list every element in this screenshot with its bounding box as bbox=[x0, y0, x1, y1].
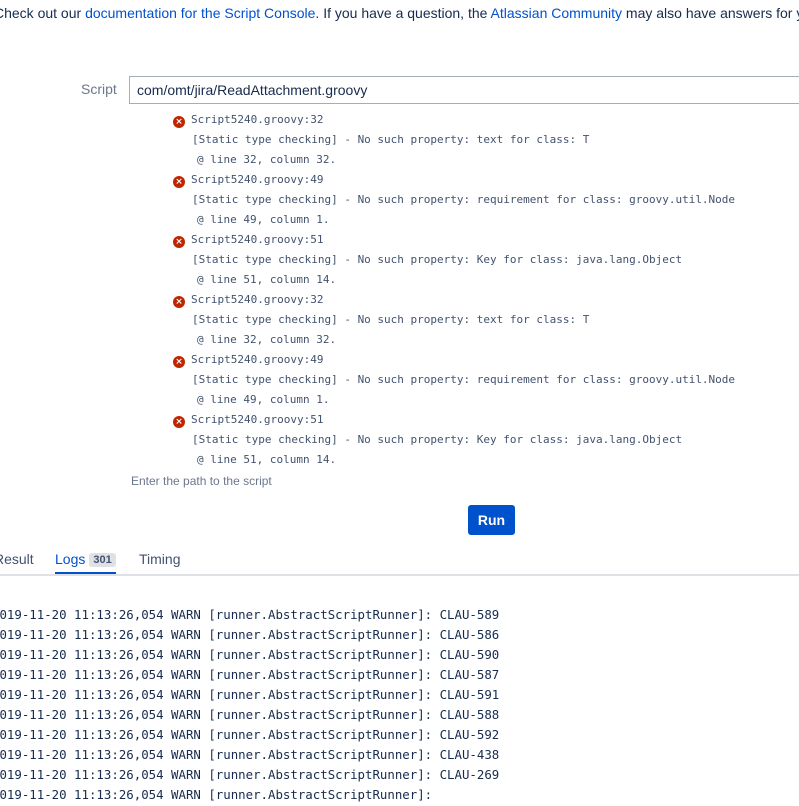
error-item: × Script5240.groovy:32 [Static type check… bbox=[173, 290, 799, 350]
tab-timing[interactable]: Timing bbox=[139, 551, 181, 567]
error-list: × Script5240.groovy:32 [Static type check… bbox=[173, 110, 799, 470]
tab-logs[interactable]: Logs 301 bbox=[55, 551, 116, 574]
log-line: 2019-11-20 11:13:26,054 WARN [runner.Abs… bbox=[0, 667, 500, 682]
error-circle-icon: × bbox=[173, 116, 185, 128]
error-item: × Script5240.groovy:49 [Static type check… bbox=[173, 170, 799, 230]
log-line: 2019-11-20 11:13:26,054 WARN [runner.Abs… bbox=[0, 747, 500, 762]
script-label: Script bbox=[81, 81, 117, 97]
tab-logs-label: Logs bbox=[55, 551, 86, 567]
log-line: 2019-11-20 11:13:26,054 WARN [runner.Abs… bbox=[0, 627, 500, 642]
error-item: × Script5240.groovy:51 [Static type check… bbox=[173, 410, 799, 470]
log-line: 2019-11-20 11:13:26,054 WARN [runner.Abs… bbox=[0, 647, 500, 662]
error-circle-icon: × bbox=[173, 356, 185, 368]
log-line: 2019-11-20 11:13:26,054 WARN [runner.Abs… bbox=[0, 767, 500, 782]
log-line: 2019-11-20 11:13:26,054 WARN [runner.Abs… bbox=[0, 607, 500, 622]
tab-result[interactable]: Result bbox=[0, 551, 34, 567]
error-circle-icon: × bbox=[173, 176, 185, 188]
documentation-link[interactable]: documentation for the Script Console bbox=[85, 5, 315, 21]
output-tabs: Result Logs301 Timing bbox=[0, 548, 799, 576]
log-line: 2019-11-20 11:13:26,054 WARN [runner.Abs… bbox=[0, 727, 500, 742]
atlassian-community-link[interactable]: Atlassian Community bbox=[491, 5, 623, 21]
error-item: × Script5240.groovy:32 [Static type check… bbox=[173, 110, 799, 170]
run-button[interactable]: Run bbox=[468, 505, 515, 535]
log-line: 2019-11-20 11:13:26,054 WARN [runner.Abs… bbox=[0, 707, 500, 722]
error-circle-icon: × bbox=[173, 236, 185, 248]
error-circle-icon: × bbox=[173, 416, 185, 428]
error-item: × Script5240.groovy:51 [Static type check… bbox=[173, 230, 799, 290]
script-help-text: Enter the path to the script bbox=[131, 474, 272, 488]
intro-text: Check out our documentation for the Scri… bbox=[0, 5, 799, 21]
log-line: 2019-11-20 11:13:26,054 WARN [runner.Abs… bbox=[0, 687, 500, 702]
logs-count-badge: 301 bbox=[89, 553, 116, 567]
log-output: 2019-11-20 11:13:26,054 WARN [runner.Abs… bbox=[0, 606, 799, 806]
log-line: 2019-11-20 11:13:26,054 WARN [runner.Abs… bbox=[0, 787, 433, 802]
script-path-input[interactable] bbox=[129, 76, 799, 104]
error-circle-icon: × bbox=[173, 296, 185, 308]
error-item: × Script5240.groovy:49 [Static type check… bbox=[173, 350, 799, 410]
